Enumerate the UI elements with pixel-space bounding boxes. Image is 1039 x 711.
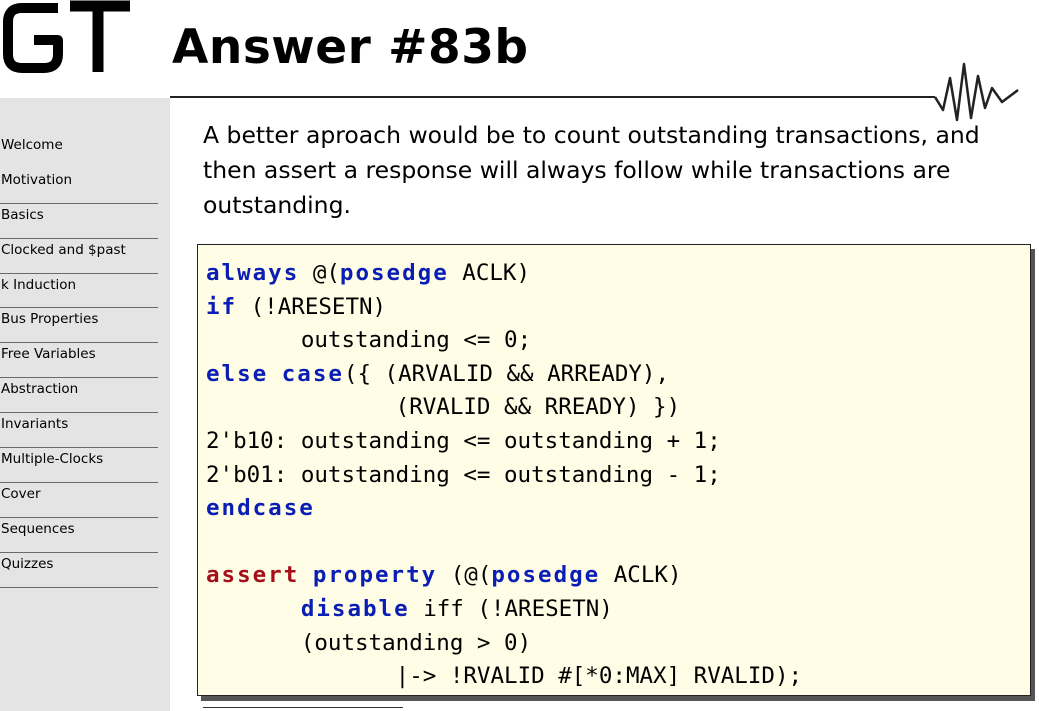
bottom-rule (203, 707, 403, 708)
code-text: 2'b10: outstanding <= outstanding + 1; (206, 427, 721, 454)
code-line: (RVALID && RREADY) }) (206, 394, 680, 420)
sidebar-item-abstraction[interactable]: Abstraction (0, 378, 158, 414)
gt-logo: GT (3, 0, 130, 73)
code-line: |-> !RVALID #[*0:MAX] RVALID); (206, 663, 802, 689)
header-rule-waveform (170, 62, 1019, 122)
code-keyword: else (206, 360, 269, 387)
code-text: (@( (437, 562, 492, 589)
sidebar-item-motivation[interactable]: Motivation (0, 169, 158, 204)
code-keyword: disable (300, 595, 410, 622)
code-text: |-> !RVALID #[*0:MAX] RVALID); (395, 663, 803, 690)
sidebar-item-invariants[interactable]: Invariants (0, 413, 158, 449)
sidebar-item-multiple-clocks[interactable]: Multiple-Clocks (0, 448, 158, 483)
code-keyword: if (206, 293, 238, 320)
code-keyword: endcase (206, 495, 315, 522)
sidebar-item-sequences[interactable]: Sequences (0, 518, 158, 553)
code-text: 2'b01: outstanding <= outstanding - 1; (206, 461, 721, 488)
code-keyword: property (312, 562, 438, 589)
sidebar-item-basics[interactable]: Basics (0, 204, 158, 239)
sidebar-item-welcome[interactable]: Welcome (0, 134, 158, 169)
intro-paragraph: A better aproach would be to count outst… (203, 121, 980, 219)
code-keyword: case (281, 360, 344, 387)
code-text: ACLK) (448, 260, 531, 286)
code-keyword: posedge (491, 562, 601, 589)
code-line: if (!ARESETN) (206, 294, 386, 320)
code-line: always @(posedge ACLK) (206, 260, 530, 286)
sidebar-item-bus-properties[interactable]: Bus Properties (0, 308, 158, 344)
code-text: iff (!ARESETN) (409, 595, 613, 622)
code-text: @( (299, 260, 340, 286)
sidebar-list: Welcome Motivation Basics Clocked and $past… (0, 134, 158, 588)
code-listing: always @(posedge ACLK) if (!ARESETN) out… (198, 245, 1030, 694)
code-text: ({ (ARVALID && ARREADY), (343, 360, 670, 387)
code-text: (outstanding > 0) (300, 629, 532, 656)
code-keyword: always (206, 260, 300, 286)
code-line: 2'b10: outstanding <= outstanding + 1; (206, 428, 721, 454)
code-line: endcase (206, 495, 315, 521)
code-text: outstanding <= 0; (300, 327, 532, 354)
sidebar-item-free-variables[interactable]: Free Variables (0, 343, 158, 379)
code-line: (outstanding > 0) (206, 630, 531, 656)
code-keyword: assert (206, 562, 300, 589)
code-text: (!ARESETN) (237, 293, 387, 320)
code-line: disable iff (!ARESETN) (206, 596, 613, 622)
code-block: always @(posedge ACLK) if (!ARESETN) out… (197, 244, 1031, 696)
code-line: outstanding <= 0; (206, 327, 531, 353)
code-line: 2'b01: outstanding <= outstanding - 1; (206, 462, 721, 488)
code-text: (RVALID && RREADY) }) (395, 394, 681, 421)
sidebar-nav: Welcome Motivation Basics Clocked and $past… (0, 98, 170, 711)
code-line: assert property (@(posedge ACLK) (206, 562, 682, 588)
sidebar-item-cover[interactable]: Cover (0, 483, 158, 518)
code-text: ACLK) (600, 562, 682, 589)
sidebar-item-k-induction[interactable]: k Induction (0, 274, 158, 309)
sidebar-item-clocked-and-past[interactable]: Clocked and $past (0, 239, 158, 274)
code-keyword: posedge (339, 260, 449, 286)
sidebar-item-quizzes[interactable]: Quizzes (0, 553, 158, 588)
code-line: else case({ (ARVALID && ARREADY), (206, 361, 669, 387)
